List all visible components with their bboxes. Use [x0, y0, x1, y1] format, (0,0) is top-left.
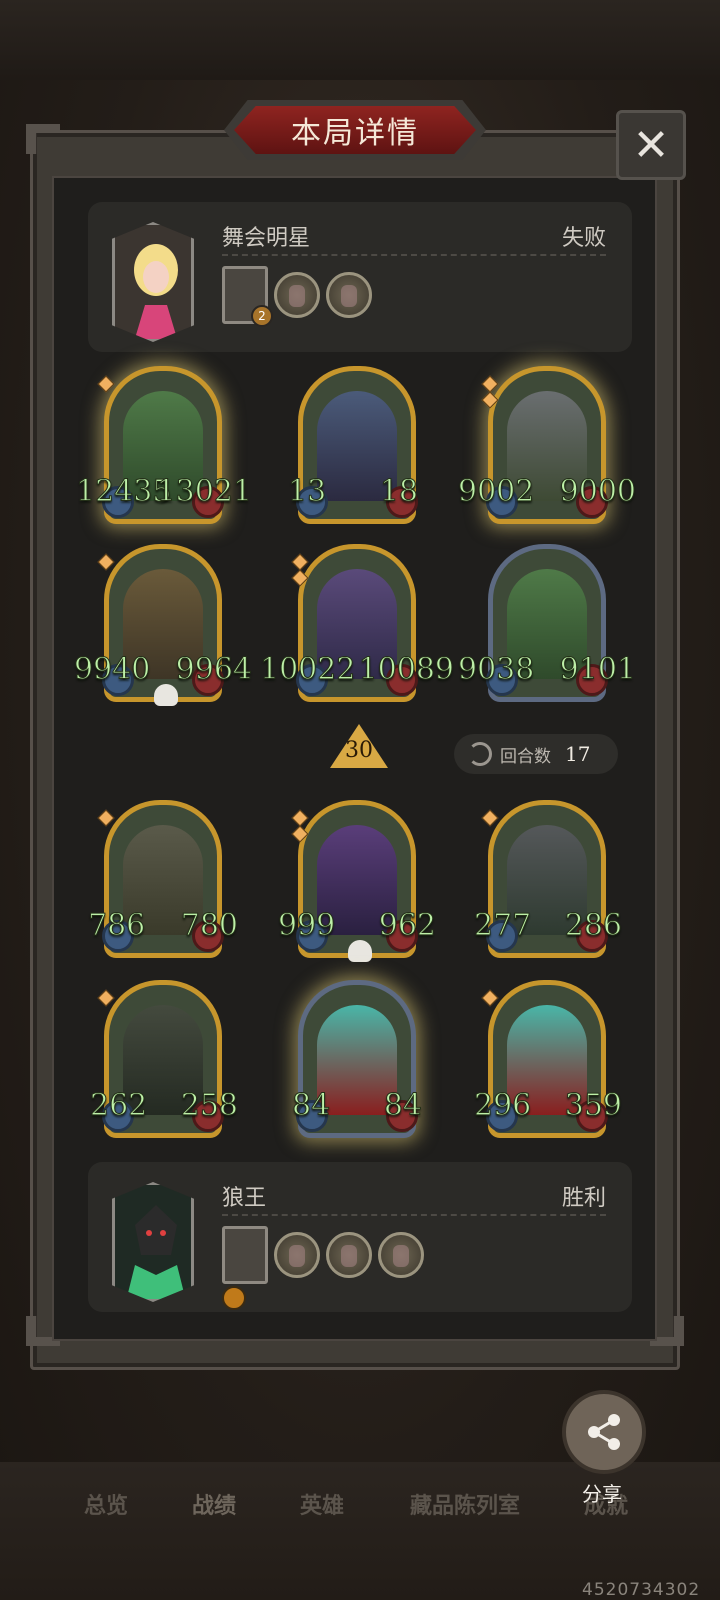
unit-card[interactable]: 9038 9101 — [457, 544, 637, 702]
divider — [222, 1214, 606, 1216]
player-avatar — [112, 1182, 194, 1302]
unit-card[interactable]: 84 84 — [291, 980, 423, 1138]
unit-attack: 9940 — [73, 652, 151, 688]
unit-attack: 9002 — [457, 474, 535, 510]
hero-portrait[interactable] — [222, 1226, 268, 1284]
player-card: 狼王 胜利 — [88, 1162, 632, 1312]
unit-health: 9000 — [559, 474, 636, 510]
level-number: 30 — [345, 738, 373, 763]
share-label: 分享 — [582, 1482, 622, 1506]
unit-attack: 296 — [473, 1088, 532, 1124]
unit-card[interactable]: 9940 9964 — [73, 544, 253, 706]
rounds-label: 回合数 — [500, 746, 551, 767]
page-title: 本局详情 — [234, 106, 476, 154]
unit-attack: 10022 — [259, 652, 356, 688]
trinket-icon[interactable] — [274, 272, 320, 318]
opponent-name: 舞会明星 — [222, 226, 311, 251]
unit-health: 9964 — [175, 652, 252, 688]
trinket-icon[interactable] — [326, 272, 372, 318]
unit-health: 359 — [564, 1088, 622, 1124]
trinket-icon[interactable] — [274, 1232, 320, 1278]
trinket-icon[interactable] — [378, 1232, 424, 1278]
buff-icon[interactable] — [222, 1286, 246, 1310]
unit-health: 780 — [180, 908, 238, 944]
top-wood-background — [0, 0, 720, 80]
rounds-value: 17 — [565, 742, 591, 766]
unit-attack: 277 — [473, 908, 532, 944]
close-icon: ✕ — [632, 119, 670, 171]
player-result: 胜利 — [561, 1186, 606, 1211]
opponent-avatar — [112, 222, 194, 342]
player-name: 狼王 — [222, 1186, 267, 1211]
unit-attack: 9038 — [457, 652, 535, 688]
unit-card[interactable]: 12435 13021 — [75, 366, 253, 524]
nav-tab-collection[interactable]: 藏品陈列室 — [410, 1488, 520, 1520]
user-id: 4520734302 — [582, 1580, 701, 1600]
rounds-icon — [468, 742, 492, 766]
rounds-counter: 回合数 17 — [454, 734, 618, 774]
hero-portrait[interactable]: 2 — [222, 266, 273, 327]
nav-tab-overview[interactable]: 总览 — [84, 1488, 128, 1520]
unit-health: 84 — [383, 1088, 422, 1124]
unit-card[interactable]: 999 962 — [277, 800, 437, 962]
unit-attack: 13 — [287, 474, 327, 510]
opponent-items: 2 — [222, 266, 372, 327]
trinket-icon[interactable] — [326, 1232, 372, 1278]
unit-card[interactable]: 277 286 — [473, 800, 623, 958]
opponent-card: 舞会明星 失败 2 — [88, 202, 632, 352]
unit-attack: 262 — [89, 1088, 148, 1124]
unit-health: 9101 — [559, 652, 636, 688]
nav-tab-records[interactable]: 战绩 — [192, 1488, 236, 1520]
unit-health: 258 — [180, 1088, 238, 1124]
skull-icon — [154, 684, 178, 706]
unit-health: 286 — [564, 908, 622, 944]
unit-card[interactable]: 9002 9000 — [457, 366, 637, 524]
unit-health: 13021 — [156, 474, 252, 510]
unit-card[interactable]: 13 18 — [287, 366, 419, 524]
share-icon — [588, 1414, 620, 1450]
divider — [222, 254, 606, 256]
hero-level-badge: 2 — [251, 305, 273, 327]
level-badge: 30 — [330, 724, 388, 768]
player-items — [222, 1226, 424, 1284]
close-button[interactable]: ✕ — [616, 110, 686, 180]
share-button[interactable] — [562, 1390, 646, 1474]
game-screen: { "title": "本局详情", "close_icon": "close-… — [0, 0, 720, 1600]
unit-card[interactable]: 10022 10089 — [259, 544, 455, 702]
unit-health: 18 — [379, 474, 418, 510]
unit-attack: 786 — [87, 908, 146, 944]
unit-health: 10089 — [358, 652, 454, 688]
skull-icon — [348, 940, 372, 962]
unit-card[interactable]: 296 359 — [473, 980, 623, 1138]
unit-attack: 999 — [277, 908, 336, 944]
unit-card[interactable]: 262 258 — [89, 980, 239, 1138]
nav-tab-heroes[interactable]: 英雄 — [300, 1488, 344, 1520]
unit-card[interactable]: 786 780 — [87, 800, 239, 958]
opponent-result: 失败 — [561, 226, 606, 251]
unit-health: 962 — [378, 908, 436, 944]
unit-attack: 84 — [291, 1088, 331, 1124]
